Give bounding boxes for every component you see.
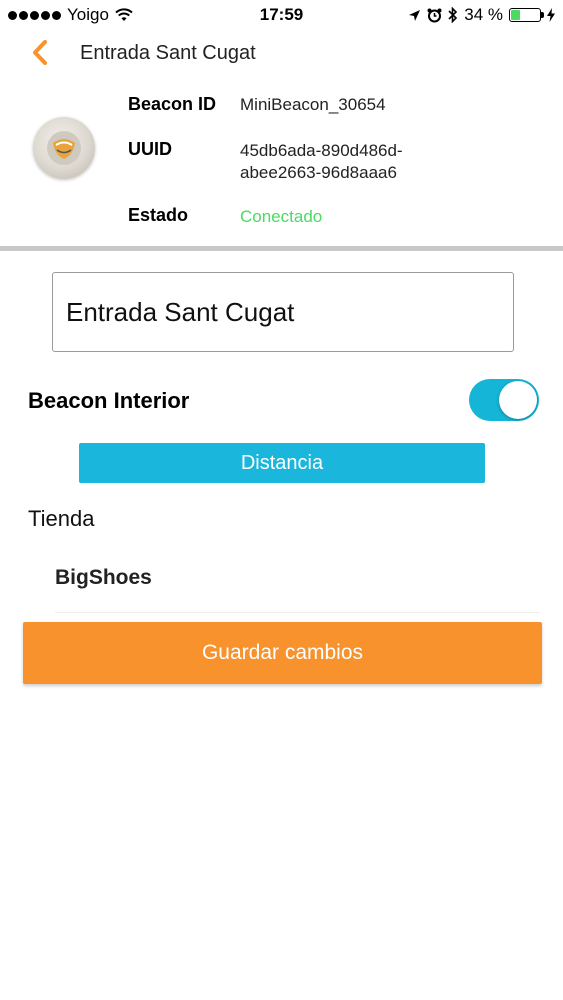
- beacon-avatar: [33, 117, 95, 179]
- bluetooth-icon: [448, 7, 458, 23]
- battery-level-fill: [511, 10, 521, 20]
- header-divider: [0, 246, 563, 251]
- store-divider: [55, 612, 540, 613]
- distance-button[interactable]: Distancia: [79, 443, 485, 483]
- beacon-id-value: MiniBeacon_30654: [240, 95, 386, 114]
- nav-bar: Entrada Sant Cugat: [0, 30, 563, 76]
- toggle-knob: [499, 381, 537, 419]
- status-bar: Yoigo 17:59 34 %: [0, 0, 563, 30]
- beacon-id-label: Beacon ID: [128, 94, 217, 114]
- status-right: 34 %: [408, 5, 555, 25]
- uuid-label: UUID: [128, 139, 172, 159]
- page-title: Entrada Sant Cugat: [80, 42, 256, 64]
- uuid-value-line2: abee2663-96d8aaa6: [240, 163, 397, 182]
- beacon-interior-toggle[interactable]: [469, 379, 539, 421]
- location-icon: [409, 9, 421, 21]
- beacon-interior-label: Beacon Interior: [28, 388, 190, 413]
- status-label: Estado: [128, 205, 189, 225]
- battery-percent: 34 %: [464, 5, 503, 24]
- uuid-value-line1: 45db6ada-890d486d-: [240, 141, 403, 160]
- status-value: Conectado: [240, 207, 323, 226]
- charging-icon: [547, 8, 555, 22]
- battery-icon: [509, 8, 544, 22]
- save-changes-button[interactable]: Guardar cambios: [23, 622, 542, 684]
- store-section-title: Tienda: [28, 506, 95, 531]
- chevron-left-icon: [33, 40, 47, 65]
- uuid-value: 45db6ada-890d486d- abee2663-96d8aaa6: [240, 140, 440, 184]
- beacon-logo-icon: [53, 139, 75, 159]
- beacon-info-panel: Beacon ID MiniBeacon_30654 UUID 45db6ada…: [0, 80, 563, 246]
- alarm-icon: [427, 8, 442, 22]
- back-button[interactable]: [28, 38, 58, 68]
- beacon-name-input[interactable]: [52, 272, 514, 352]
- store-item[interactable]: BigShoes: [55, 566, 152, 590]
